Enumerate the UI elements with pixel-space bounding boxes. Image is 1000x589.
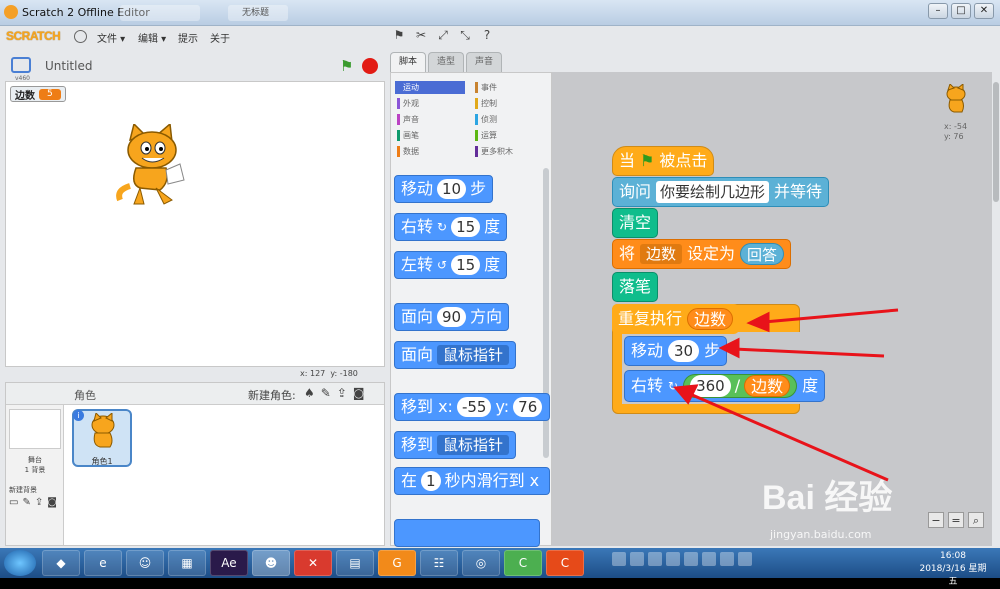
tray-icon-7[interactable] xyxy=(720,552,734,566)
taskbar-app-1[interactable]: ◆ xyxy=(42,550,80,576)
taskbar-scratch-icon[interactable]: ☻ xyxy=(252,550,290,576)
taskbar-xmind-icon[interactable]: ✕ xyxy=(294,550,332,576)
start-button[interactable] xyxy=(4,550,36,576)
watermark-logo: Bai 经验 xyxy=(762,479,893,517)
taskbar-app-11[interactable]: ◎ xyxy=(462,550,500,576)
tray-icon-2[interactable] xyxy=(630,552,644,566)
taskbar-app-10[interactable]: ☷ xyxy=(420,550,458,576)
clock-date: 2018/3/16 星期五 xyxy=(919,564,987,587)
annotation-arrows xyxy=(672,308,899,482)
tray-icon-3[interactable] xyxy=(648,552,662,566)
taskbar-ie-icon[interactable]: e xyxy=(84,550,122,576)
tray-icon-4[interactable] xyxy=(666,552,680,566)
taskbar-app-12[interactable]: C xyxy=(504,550,542,576)
taskbar-app-13[interactable]: C xyxy=(546,550,584,576)
taskbar-app-9[interactable]: G xyxy=(378,550,416,576)
zoom-reset-icon[interactable]: = xyxy=(948,512,964,528)
tray-icon-1[interactable] xyxy=(612,552,626,566)
clock-time: 16:08 xyxy=(940,551,966,561)
taskbar-calculator-icon[interactable]: ▦ xyxy=(168,550,206,576)
taskbar-folder-icon[interactable]: ▤ xyxy=(336,550,374,576)
zoom-out-icon[interactable]: − xyxy=(928,512,944,528)
system-clock[interactable]: 16:08 2018/3/16 星期五 xyxy=(918,550,988,589)
windows-taskbar: ◆ e ☺ ▦ Ae ☻ ✕ ▤ G ☷ ◎ C C 16:08 2018/3/… xyxy=(0,548,1000,587)
taskbar-after-effects-icon[interactable]: Ae xyxy=(210,550,248,576)
tray-icon-6[interactable] xyxy=(702,552,716,566)
tray-icon-5[interactable] xyxy=(684,552,698,566)
zoom-in-icon[interactable]: ⌕ xyxy=(968,512,984,528)
scratch-window: Scratch 2 Offline Editor 无标题 – □ ✕ SCRAT… xyxy=(0,0,1000,548)
system-tray xyxy=(612,552,752,566)
tray-icon-8[interactable] xyxy=(738,552,752,566)
watermark-url: jingyan.baidu.com xyxy=(770,528,872,541)
taskbar-app-3[interactable]: ☺ xyxy=(126,550,164,576)
